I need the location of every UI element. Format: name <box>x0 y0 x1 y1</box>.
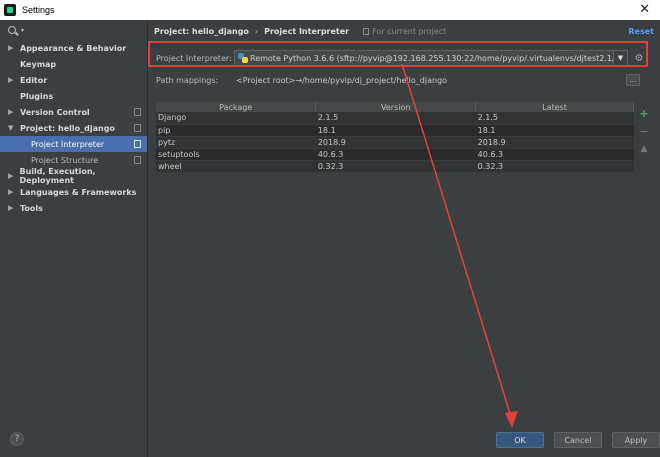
package-name: setuptools <box>156 148 316 161</box>
package-version: 0.32.3 <box>315 160 476 173</box>
column-header-package[interactable]: Package <box>156 102 317 112</box>
search-icon <box>8 26 16 34</box>
packages-table: Package Version Latest Django 2.1.5 2.1.5 … <box>156 102 634 173</box>
sidebar-item-project-structure[interactable]: Project Structure <box>0 152 147 168</box>
sidebar-item-editor[interactable]: ▶ Editor <box>0 72 147 88</box>
table-row[interactable]: pip 18.1 18.1 <box>156 124 634 137</box>
help-button[interactable]: ? <box>10 432 24 446</box>
project-scope-icon <box>134 124 141 132</box>
gear-icon[interactable]: ⚙ <box>633 52 645 64</box>
project-scope-icon <box>134 108 141 116</box>
close-icon[interactable]: ✕ <box>639 2 650 17</box>
package-version: 40.6.3 <box>315 148 476 161</box>
package-name: wheel <box>156 160 316 173</box>
upgrade-package-button[interactable]: ▲ <box>636 140 652 158</box>
python-icon <box>238 53 248 63</box>
sidebar-item-keymap[interactable]: Keymap <box>0 56 147 72</box>
path-mappings-edit-button[interactable]: ... <box>626 74 640 86</box>
expand-arrow-icon: ▶ <box>8 204 14 212</box>
project-scope-icon <box>134 156 141 164</box>
column-header-latest[interactable]: Latest <box>475 102 634 112</box>
sidebar-item-label: Tools <box>20 203 43 213</box>
package-latest: 0.32.3 <box>475 160 634 173</box>
expand-arrow-icon: ▶ <box>8 172 14 180</box>
window-title: Settings <box>22 5 55 15</box>
package-name: pip <box>156 124 316 137</box>
dialog-buttons: OK Cancel Apply <box>496 432 660 448</box>
sidebar-item-label: Languages & Frameworks <box>20 187 137 197</box>
expand-arrow-icon: ▶ <box>8 76 14 84</box>
package-version: 2.1.5 <box>315 112 476 125</box>
sidebar-item-build[interactable]: ▶ Build, Execution, Deployment <box>0 167 147 185</box>
package-version: 2018.9 <box>315 136 476 149</box>
breadcrumb-project: Project: hello_django <box>154 26 249 36</box>
package-latest: 18.1 <box>475 124 634 137</box>
sidebar-item-version-control[interactable]: ▶ Version Control <box>0 104 147 120</box>
interpreter-select[interactable]: Remote Python 3.6.6 (sftp://pyvip@192.16… <box>234 50 628 66</box>
chevron-down-icon: ▾ <box>21 26 25 34</box>
sidebar-item-label: Appearance & Behavior <box>20 43 127 53</box>
sidebar-item-plugins[interactable]: Plugins <box>0 88 147 104</box>
sidebar-item-project[interactable]: ▼ Project: hello_django <box>0 120 147 136</box>
package-version: 18.1 <box>315 124 476 137</box>
expand-arrow-icon: ▶ <box>8 108 14 116</box>
path-mappings-row: Path mappings: <Project root>→/home/pyvi… <box>156 72 650 88</box>
expand-arrow-icon: ▶ <box>8 188 14 196</box>
sidebar-item-project-interpreter[interactable]: Project Interpreter <box>0 136 147 152</box>
sidebar-item-label: Project: hello_django <box>20 123 115 133</box>
sidebar-item-label: Version Control <box>20 107 90 117</box>
table-header: Package Version Latest <box>156 102 634 112</box>
path-mappings-label: Path mappings: <box>156 75 219 85</box>
package-latest: 2.1.5 <box>475 112 634 125</box>
sidebar-item-label: Project Structure <box>31 155 99 165</box>
sidebar-item-label: Editor <box>20 75 48 85</box>
scope-text: For current project <box>372 26 447 36</box>
sidebar-item-label: Keymap <box>20 59 57 69</box>
sidebar-search[interactable]: ▾ <box>0 20 147 40</box>
ok-button[interactable]: OK <box>496 432 544 448</box>
table-row[interactable]: pytz 2018.9 2018.9 <box>156 136 634 149</box>
project-scope-icon <box>134 140 141 148</box>
chevron-down-icon[interactable]: ▼ <box>613 51 627 65</box>
sidebar-item-tools[interactable]: ▶ Tools <box>0 200 147 216</box>
sidebar-item-label: Project Interpreter <box>31 139 105 149</box>
interpreter-label: Project Interpreter: <box>156 53 232 63</box>
package-latest: 40.6.3 <box>475 148 634 161</box>
column-header-version[interactable]: Version <box>315 102 477 112</box>
apply-button[interactable]: Apply <box>612 432 660 448</box>
interpreter-row: Project Interpreter: Remote Python 3.6.6… <box>156 48 650 68</box>
settings-sidebar: ▾ ▶ Appearance & Behavior Keymap ▶ Editor … <box>0 20 148 457</box>
path-mappings-value: <Project root>→/home/pyvip/dj_project/he… <box>236 75 448 85</box>
add-package-button[interactable]: + <box>636 104 652 122</box>
breadcrumb-page: Project Interpreter <box>264 26 350 36</box>
reset-link[interactable]: Reset <box>628 27 654 36</box>
breadcrumb: Project: hello_django › Project Interpre… <box>148 20 660 42</box>
scope-label: For current project <box>363 27 446 36</box>
expand-arrow-icon: ▶ <box>8 44 14 52</box>
collapse-arrow-icon: ▼ <box>8 124 14 132</box>
package-name: Django <box>156 112 316 125</box>
sidebar-item-appearance[interactable]: ▶ Appearance & Behavior <box>0 40 147 56</box>
breadcrumb-separator: › <box>254 26 259 36</box>
cancel-button[interactable]: Cancel <box>554 432 602 448</box>
settings-main: Project: hello_django › Project Interpre… <box>148 20 660 457</box>
sidebar-item-languages[interactable]: ▶ Languages & Frameworks <box>0 184 147 200</box>
sidebar-item-label: Build, Execution, Deployment <box>19 167 96 185</box>
table-row[interactable]: wheel 0.32.3 0.32.3 <box>156 160 634 173</box>
interpreter-value: Remote Python 3.6.6 (sftp://pyvip@192.16… <box>250 53 613 63</box>
remove-package-button[interactable]: − <box>636 122 652 140</box>
sidebar-item-label: Plugins <box>20 91 54 101</box>
table-row[interactable]: setuptools 40.6.3 40.6.3 <box>156 148 634 161</box>
table-row[interactable]: Django 2.1.5 2.1.5 <box>156 112 634 125</box>
package-toolbar: + − ▲ <box>636 104 652 158</box>
package-latest: 2018.9 <box>475 136 634 149</box>
package-name: pytz <box>156 136 316 149</box>
document-icon <box>363 27 370 35</box>
title-bar: Settings ✕ <box>0 0 660 20</box>
app-icon <box>4 4 16 16</box>
